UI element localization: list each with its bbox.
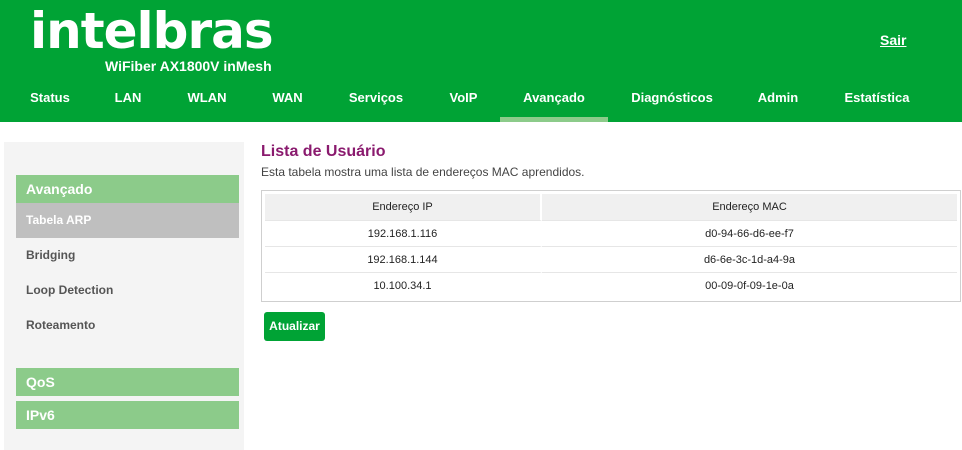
column-header-mac: Endereço MAC — [542, 194, 957, 220]
page-description: Esta tabela mostra uma lista de endereço… — [261, 165, 585, 179]
cell-ip: 192.168.1.116 — [265, 220, 542, 246]
cell-mac: 00-09-0f-09-1e-0a — [542, 272, 957, 298]
nav-diagnosticos[interactable]: Diagnósticos — [624, 82, 720, 122]
cell-mac: d0-94-66-d6-ee-f7 — [542, 220, 957, 246]
header: intelbras WiFiber AX1800V inMesh Sair St… — [0, 0, 962, 122]
page-title: Lista de Usuário — [261, 143, 386, 160]
table-row: 192.168.1.116 d0-94-66-d6-ee-f7 — [265, 220, 957, 246]
nav-wan[interactable]: WAN — [260, 82, 315, 122]
sidebar-section-avancado[interactable]: Avançado — [16, 175, 239, 203]
logout-link[interactable]: Sair — [880, 32, 906, 48]
sidebar: Avançado Tabela ARP Bridging Loop Detect… — [4, 142, 244, 450]
nav-wlan[interactable]: WLAN — [177, 82, 237, 122]
sidebar-item-loop-detection[interactable]: Loop Detection — [16, 273, 239, 308]
nav-lan[interactable]: LAN — [103, 82, 153, 122]
brand-logo: intelbras — [30, 2, 274, 60]
table-row: 10.100.34.1 00-09-0f-09-1e-0a — [265, 272, 957, 298]
nav-servicos[interactable]: Serviços — [338, 82, 414, 122]
table-row: 192.168.1.144 d6-6e-3c-1d-a4-9a — [265, 246, 957, 272]
main-nav: Status LAN WLAN WAN Serviços VoIP Avança… — [0, 82, 962, 122]
sidebar-item-roteamento[interactable]: Roteamento — [16, 308, 239, 343]
cell-ip: 192.168.1.144 — [265, 246, 542, 272]
arp-table: Endereço IP Endereço MAC 192.168.1.116 d… — [265, 194, 957, 298]
nav-estatistica[interactable]: Estatística — [834, 82, 920, 122]
cell-mac: d6-6e-3c-1d-a4-9a — [542, 246, 957, 272]
sidebar-section-qos[interactable]: QoS — [16, 368, 239, 396]
nav-avancado[interactable]: Avançado — [500, 82, 608, 122]
refresh-button[interactable]: Atualizar — [264, 312, 325, 341]
table-header-row: Endereço IP Endereço MAC — [265, 194, 957, 220]
column-header-ip: Endereço IP — [265, 194, 542, 220]
arp-table-container: Endereço IP Endereço MAC 192.168.1.116 d… — [261, 190, 961, 302]
sidebar-item-bridging[interactable]: Bridging — [16, 238, 239, 273]
nav-status[interactable]: Status — [15, 82, 85, 122]
nav-admin[interactable]: Admin — [748, 82, 808, 122]
sidebar-item-tabela-arp[interactable]: Tabela ARP — [16, 203, 239, 238]
cell-ip: 10.100.34.1 — [265, 272, 542, 298]
nav-voip[interactable]: VoIP — [436, 82, 491, 122]
sidebar-section-ipv6[interactable]: IPv6 — [16, 401, 239, 429]
device-model: WiFiber AX1800V inMesh — [105, 58, 272, 74]
